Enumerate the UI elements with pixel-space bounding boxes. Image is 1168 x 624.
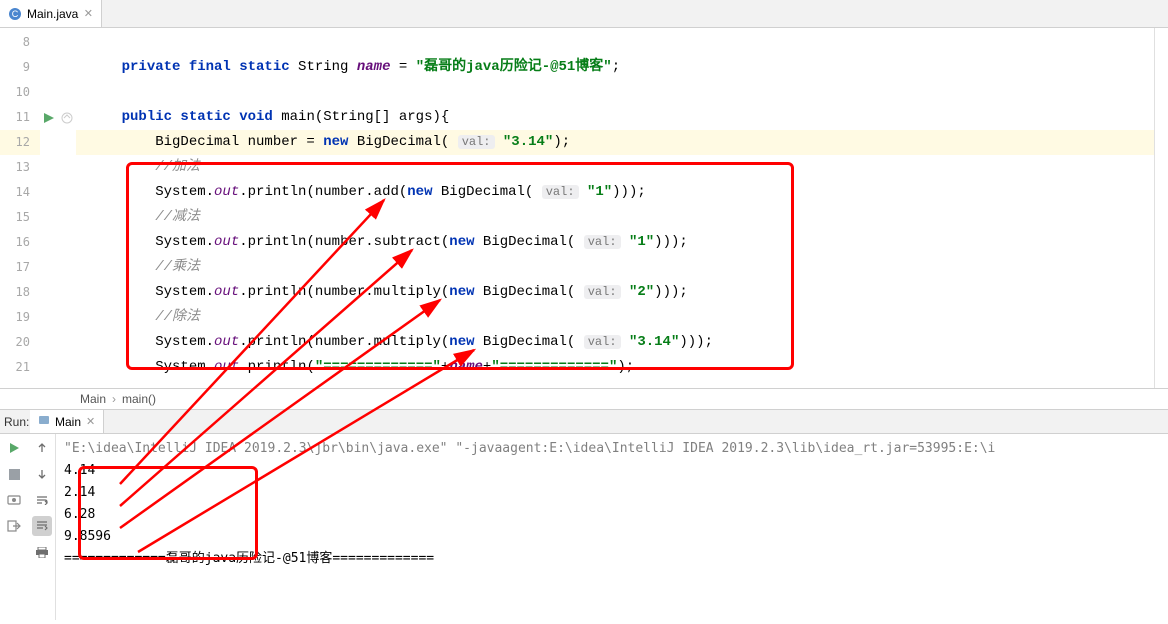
stop-button[interactable] [4,464,24,484]
scroll-up-button[interactable] [32,438,52,458]
svg-text:C: C [12,9,19,19]
scroll-to-end-button[interactable] [32,516,52,536]
run-panel: Run: Main ✕ [0,410,1168,620]
console-command: "E:\idea\IntelliJ IDEA 2019.2.3\jbr\bin\… [64,438,1160,460]
print-button[interactable] [32,542,52,562]
rerun-button[interactable] [4,438,24,458]
line-number-gutter: 8 9 10 11 12 13 14 15 16 17 18 19 20 21 [0,28,40,388]
console-line: =============磊哥的java历险记-@51博客===========… [64,548,1160,570]
code-line-15[interactable]: //减法 [76,205,1154,230]
code-line-17[interactable]: //乘法 [76,255,1154,280]
breadcrumb: Main › main() [0,388,1168,410]
console-line: 2.14 [64,482,1160,504]
code-line-10[interactable] [76,80,1154,105]
run-gutter [40,28,58,388]
chevron-right-icon: › [112,392,116,406]
code-line-19[interactable]: //除法 [76,305,1154,330]
breadcrumb-method[interactable]: main() [122,392,156,406]
breadcrumb-class[interactable]: Main [80,392,106,406]
run-tab-bar: Run: Main ✕ [0,410,1168,434]
code-line-18[interactable]: System.out.println(number.multiply(new B… [76,280,1154,305]
console-line: 6.28 [64,504,1160,526]
editor-marker-strip [1154,28,1168,388]
code-line-9[interactable]: private final static String name = "磊哥的j… [76,55,1154,80]
editor-tab-bar: C Main.java ✕ [0,0,1168,28]
run-label: Run: [0,412,30,432]
code-line-13[interactable]: //加法 [76,155,1154,180]
exit-button[interactable] [4,516,24,536]
soft-wrap-button[interactable] [32,490,52,510]
code-line-20[interactable]: System.out.println(number.multiply(new B… [76,330,1154,355]
code-line-14[interactable]: System.out.println(number.add(new BigDec… [76,180,1154,205]
close-icon[interactable]: ✕ [86,415,95,428]
run-toolbar-primary [0,434,28,620]
code-body[interactable]: private final static String name = "磊哥的j… [76,28,1154,388]
code-line-21[interactable]: System.out.println("============="+name+… [76,355,1154,380]
console-line: 4.14 [64,460,1160,482]
run-toolbar-secondary [28,434,56,620]
close-icon[interactable]: ✕ [83,9,93,19]
code-editor[interactable]: 8 9 10 11 12 13 14 15 16 17 18 19 20 21 [0,28,1168,388]
code-line-12[interactable]: BigDecimal number = new BigDecimal( val:… [76,130,1154,155]
scroll-down-button[interactable] [32,464,52,484]
marker-gutter [58,28,76,388]
console-line: 9.8596 [64,526,1160,548]
code-line-11[interactable]: public static void main(String[] args){ [76,105,1154,130]
java-class-icon: C [8,7,22,21]
code-line-16[interactable]: System.out.println(number.subtract(new B… [76,230,1154,255]
run-tab-main[interactable]: Main ✕ [30,410,104,433]
console-output[interactable]: "E:\idea\IntelliJ IDEA 2019.2.3\jbr\bin\… [56,434,1168,620]
method-separator-icon [58,105,76,130]
dump-threads-button[interactable] [4,490,24,510]
run-main-icon[interactable] [40,105,58,130]
editor-tab-main[interactable]: C Main.java ✕ [0,0,102,27]
code-line-8[interactable] [76,30,1154,55]
tab-filename: Main.java [27,7,78,21]
run-config-icon [38,414,50,429]
run-tab-name: Main [55,415,81,429]
